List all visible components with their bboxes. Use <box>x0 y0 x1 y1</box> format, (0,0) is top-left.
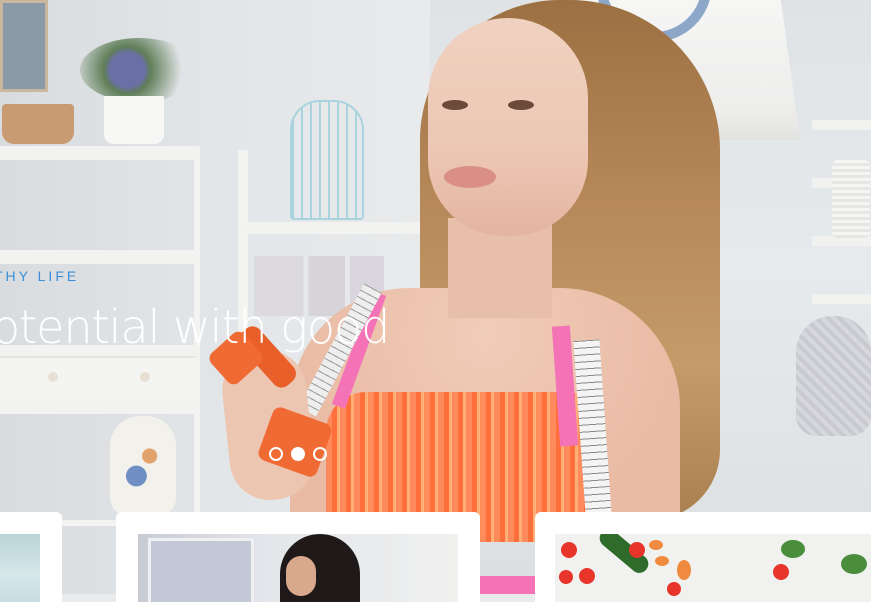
drawer-knob <box>48 372 58 382</box>
tomato <box>773 564 789 580</box>
drawer <box>0 356 196 400</box>
hero-eyebrow: THY LIFE <box>0 268 80 284</box>
shelf <box>0 146 200 160</box>
shelf <box>238 222 438 234</box>
tomato <box>559 570 573 584</box>
carrot-slice <box>677 560 691 580</box>
slider-dot-3[interactable] <box>313 447 327 461</box>
tomato <box>561 542 577 558</box>
plant <box>80 38 198 102</box>
drawer-knob <box>140 372 150 382</box>
model-lips <box>444 166 496 188</box>
slider-dot-1[interactable] <box>269 447 283 461</box>
hero-headline: otential with good <box>0 300 390 354</box>
model-eye <box>442 100 468 110</box>
cucumber <box>595 534 653 577</box>
post-card[interactable] <box>116 512 480 602</box>
plant-pot <box>104 96 164 144</box>
wall-picture <box>0 0 48 92</box>
post-thumbnail[interactable] <box>0 534 40 602</box>
carrot-slice <box>649 540 663 550</box>
vase <box>110 416 176 516</box>
model-eye <box>508 100 534 110</box>
oven-mitt <box>796 316 871 436</box>
tomato <box>579 568 595 584</box>
hero-slider: THY LIFE otential with good <box>0 0 871 594</box>
shelf <box>0 250 200 264</box>
woman-face <box>286 556 316 596</box>
model-face <box>428 18 588 236</box>
window <box>148 538 254 602</box>
herb <box>781 540 805 558</box>
grater <box>832 160 870 238</box>
herb <box>841 554 867 574</box>
basket <box>2 104 74 144</box>
post-thumbnail[interactable] <box>555 534 871 602</box>
post-card[interactable] <box>535 512 871 602</box>
shelf <box>0 400 200 414</box>
tomato <box>629 542 645 558</box>
slider-pagination <box>269 447 327 461</box>
birdcage <box>290 100 364 220</box>
carrot-slice <box>655 556 669 566</box>
post-thumbnail[interactable] <box>138 534 458 602</box>
post-card[interactable] <box>0 512 62 602</box>
slider-dot-2[interactable] <box>291 447 305 461</box>
